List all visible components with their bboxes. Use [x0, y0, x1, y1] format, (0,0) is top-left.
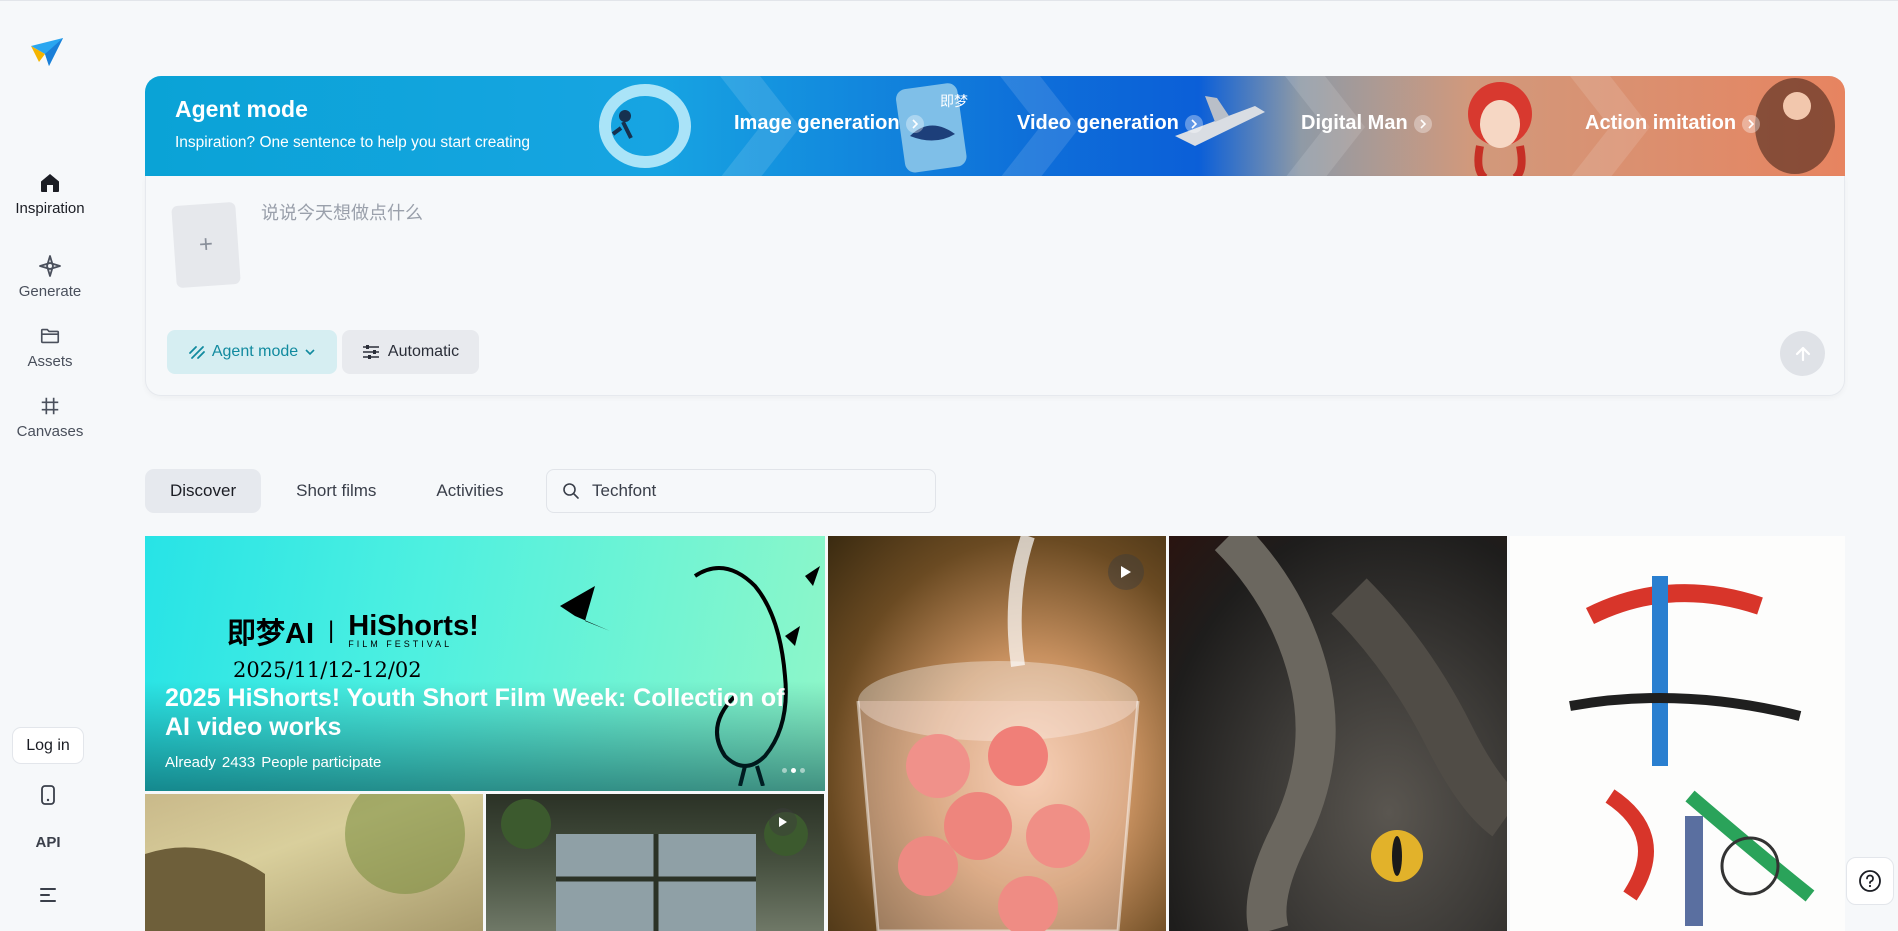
sidebar-item-label: Generate	[18, 283, 82, 300]
agent-mode-icon	[188, 346, 205, 359]
automatic-label: Automatic	[387, 343, 460, 360]
city-calligraphy-image	[1569, 576, 1815, 926]
digital-girl-illustration-icon	[1468, 82, 1532, 178]
carousel-dots[interactable]	[782, 768, 805, 773]
sidebar-item-canvases[interactable]: Canvases	[0, 393, 100, 443]
search-box[interactable]	[546, 469, 936, 513]
watermelon-drink-image	[856, 536, 1140, 931]
feature-label: Action imitation	[1585, 112, 1737, 134]
feature-label: Digital Man	[1301, 112, 1408, 134]
menu-icon[interactable]	[33, 880, 63, 910]
hishorts-feature-card[interactable]: 即梦AI | HiShorts! FILM FESTIVAL 2025/11/1…	[145, 536, 825, 791]
sidebar-item-inspiration[interactable]: Inspiration	[0, 170, 100, 220]
hishorts-logo-sub: FILM FESTIVAL	[348, 639, 453, 649]
sparkle-icon	[37, 253, 63, 279]
rainy-window-card[interactable]	[486, 794, 824, 931]
chevron-right-icon	[905, 114, 924, 133]
api-link[interactable]: API	[26, 834, 70, 851]
sidebar-item-assets[interactable]: Assets	[0, 323, 100, 373]
automatic-settings-button[interactable]: Automatic	[342, 330, 479, 374]
hero-people-label: People participate	[261, 754, 382, 771]
search-input[interactable]	[592, 481, 892, 501]
sidebar-item-label: Inspiration	[15, 200, 85, 217]
search-icon	[563, 483, 579, 499]
sidebar: Inspiration Generate Assets Canvases Log…	[0, 0, 100, 931]
hishorts-logo: HiShorts! FILM FESTIVAL	[348, 610, 479, 650]
feature-label: Image generation	[734, 112, 900, 134]
play-icon[interactable]	[1108, 554, 1144, 590]
temple-roof-image	[145, 794, 465, 931]
folder-icon	[37, 323, 63, 349]
hero-logo: 即梦AI | HiShorts! FILM FESTIVAL	[227, 610, 479, 652]
carousel-dot[interactable]	[782, 768, 787, 773]
hero-date: 2025/11/12-12/02	[233, 658, 422, 682]
dragon-eye-card[interactable]	[1169, 536, 1507, 931]
home-icon	[37, 170, 63, 196]
discover-tabs: Discover Short films Activities	[145, 469, 539, 513]
login-button[interactable]: Log in	[12, 727, 84, 764]
help-button[interactable]	[1846, 857, 1894, 905]
banner-subtitle: Inspiration? One sentence to help you st…	[175, 134, 530, 151]
dragon-image	[1214, 536, 1507, 931]
sidebar-item-label: Assets	[27, 353, 73, 370]
hishorts-logo-text: HiShorts!	[348, 610, 479, 642]
sliders-icon	[362, 345, 379, 359]
chevron-right-icon	[1184, 114, 1203, 133]
carousel-dot[interactable]	[791, 768, 796, 773]
logo-divider: |	[328, 617, 335, 644]
tab-activities[interactable]: Activities	[411, 469, 528, 513]
mobile-icon[interactable]	[33, 780, 63, 810]
tab-discover[interactable]: Discover	[145, 469, 262, 513]
agent-mode-label: Agent mode	[211, 343, 299, 360]
composer-panel: + Agent mode Automatic	[145, 176, 1845, 396]
glass-ring-illustration-icon	[599, 84, 691, 168]
chevron-right-icon	[1742, 114, 1761, 133]
feature-video-generation[interactable]: Video generation	[1017, 112, 1203, 135]
agent-mode-banner[interactable]: 即梦 Agent mode Inspiration? One sentence …	[145, 76, 1845, 178]
star-shape-icon	[560, 586, 610, 631]
chevron-down-icon	[305, 349, 315, 356]
help-icon	[1859, 870, 1881, 892]
feature-label: Video generation	[1017, 112, 1179, 134]
hero-participation: Already 2433 People participate	[165, 754, 381, 771]
hero-already-label: Already	[165, 754, 216, 771]
upload-reference-button[interactable]: +	[171, 201, 241, 289]
prompt-input[interactable]	[261, 198, 1661, 228]
temple-roof-card[interactable]	[145, 794, 483, 931]
banner-overlay-text: 即梦	[940, 94, 968, 110]
tab-short-films[interactable]: Short films	[271, 469, 401, 513]
app-logo-icon[interactable]	[29, 32, 67, 70]
arrow-up-icon	[1795, 346, 1810, 361]
banner-title: Agent mode	[175, 96, 308, 122]
watermelon-drink-card[interactable]	[828, 536, 1166, 931]
agent-mode-dropdown[interactable]: Agent mode	[167, 330, 337, 374]
hero-title: 2025 HiShorts! Youth Short Film Week: Co…	[165, 684, 785, 741]
sidebar-item-generate[interactable]: Generate	[0, 253, 100, 303]
hero-participant-count: 2433	[221, 754, 256, 771]
jimeng-logo-text: 即梦AI	[227, 618, 315, 650]
carousel-dot[interactable]	[800, 768, 805, 773]
feature-image-generation[interactable]: Image generation	[734, 112, 924, 135]
frame-icon	[37, 393, 63, 419]
calligraphy-art-card[interactable]	[1510, 536, 1845, 931]
play-icon[interactable]	[769, 808, 797, 836]
sidebar-item-label: Canvases	[16, 423, 84, 440]
top-border	[0, 0, 1898, 1]
feature-digital-man[interactable]: Digital Man	[1301, 112, 1432, 135]
chevron-right-icon	[1413, 114, 1432, 133]
send-button[interactable]	[1780, 331, 1825, 376]
feature-action-imitation[interactable]: Action imitation	[1585, 112, 1761, 135]
